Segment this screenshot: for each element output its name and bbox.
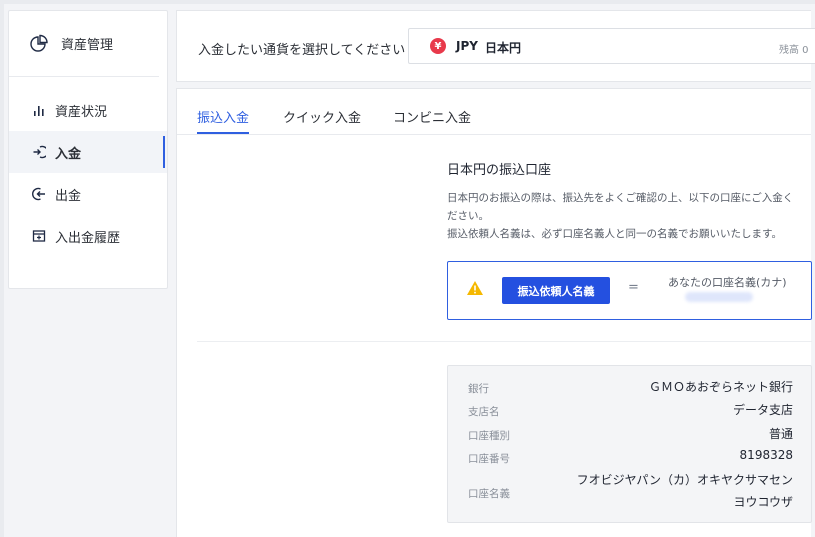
currency-prompt: 入金したい通貨を選択してください [198,43,406,58]
active-tab-indicator [197,132,249,134]
sidebar-item-assets[interactable]: 資産状況 [9,89,167,131]
account-holder-label: 口座名義 [468,488,510,500]
transfer-name-button[interactable]: 振込依頼人名義 [502,277,610,304]
tab-convenience-deposit[interactable]: コンビニ入金 [393,107,471,126]
account-type-value: 普通 [768,427,793,441]
sidebar-item-label: 出金 [55,188,82,204]
desc-line: ださい。 [447,210,489,222]
desc-line: 振込依頼人名義は、必ず口座名義人と同一の名義でお願いいたします。 [447,228,782,240]
main-panel: 振込入金 クイック入金 コンビニ入金 日本円の振込口座 日本円のお振込の際は、振… [176,88,812,537]
currency-code: JPY [456,39,478,53]
desc-line: 日本円のお振込の際は、振込先をよくご確認の上、以下の口座にご入金く [447,192,794,204]
transfer-name-box: 振込依頼人名義 = あなたの口座名義(カナ) [447,261,812,320]
sidebar-header: 資産管理 [9,11,159,77]
warning-icon [466,280,484,296]
tab-bank-transfer[interactable]: 振込入金 [197,107,249,126]
account-kana-value-blurred [685,292,753,302]
section-title: 日本円の振込口座 [447,163,552,178]
currency-name: 日本円 [485,41,522,55]
bank-value: ＧＭＯあおぞらネット銀行 [648,380,793,394]
sidebar-item-label: 入金 [55,146,82,162]
sidebar-item-deposit[interactable]: 入金 [9,131,167,173]
divider [197,341,812,342]
currency-bar: 入金したい通貨を選択してください ¥ JPY 日本円 残高 0 [176,10,815,82]
yen-icon: ¥ [430,38,446,54]
sidebar-item-label: 入出金履歴 [55,230,121,246]
branch-label: 支店名 [468,406,500,418]
sidebar-item-history[interactable]: 入出金履歴 [9,215,167,257]
balance-label: 残高 0 [779,45,809,56]
account-kana-label: あなたの口座名義(カナ) [668,276,787,289]
branch-value: データ支店 [732,403,793,417]
bank-account-card: 銀行 ＧＭＯあおぞらネット銀行 支店名 データ支店 口座種別 普通 口座番号 8… [447,365,812,523]
deposit-icon [31,144,47,160]
account-number-label: 口座番号 [468,453,510,465]
bar-chart-icon [31,102,47,118]
account-holder-line2: ヨウコウザ [733,495,793,509]
bank-label: 銀行 [468,383,489,395]
account-type-label: 口座種別 [468,430,510,442]
pie-chart-icon [29,34,49,54]
account-holder-line1: フオビジヤパン（カ）オキヤクサマセン [576,473,793,487]
equals-sign: = [628,280,639,295]
sidebar-item-label: 資産状況 [55,104,108,120]
sidebar: 資産管理 資産状況 入金 出金 入出金履歴 [8,10,168,289]
sidebar-header-label: 資産管理 [61,38,114,53]
withdraw-icon [31,186,47,202]
transfer-description: 日本円のお振込の際は、振込先をよくご確認の上、以下の口座にご入金く ださい。 振… [447,189,812,243]
currency-select[interactable]: ¥ JPY 日本円 残高 0 [408,28,815,64]
history-icon [31,228,47,244]
deposit-tabs: 振込入金 クイック入金 コンビニ入金 [177,89,811,135]
account-number-value: 8198328 [739,448,793,462]
tab-quick-deposit[interactable]: クイック入金 [283,107,361,126]
sidebar-item-withdraw[interactable]: 出金 [9,173,167,215]
